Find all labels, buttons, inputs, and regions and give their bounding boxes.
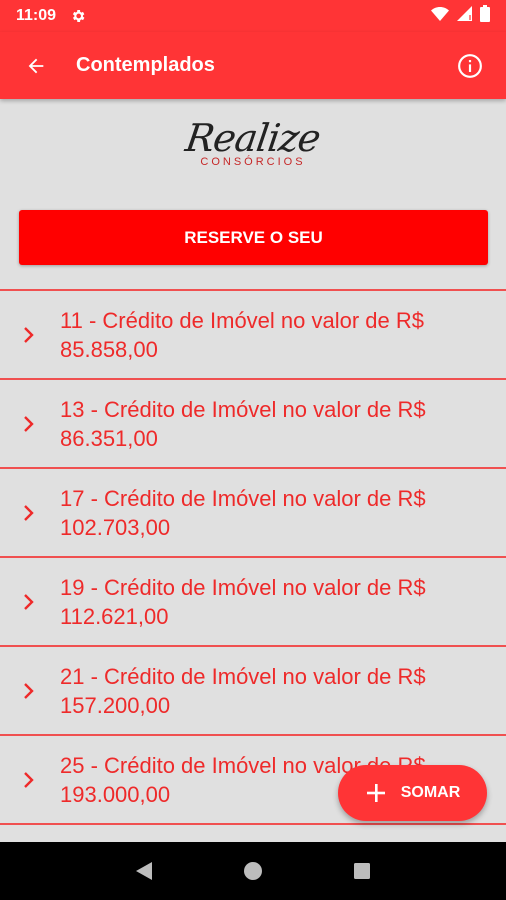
- system-nav-bar: [0, 842, 506, 900]
- chevron-right-icon: [0, 414, 60, 434]
- recents-square-icon: [353, 863, 370, 879]
- list-item[interactable]: 17 - Crédito de Imóvel no valor de R$ 10…: [0, 467, 506, 556]
- list-item-label: 19 - Crédito de Imóvel no valor de R$ 11…: [60, 574, 426, 629]
- info-button[interactable]: [452, 48, 488, 84]
- reserve-button[interactable]: RESERVE O SEU: [19, 210, 488, 265]
- back-triangle-icon: [136, 862, 153, 880]
- list-item-label: 13 - Crédito de Imóvel no valor de R$ 86…: [60, 396, 426, 451]
- list-item[interactable]: 11 - Crédito de Imóvel no valor de R$ 85…: [0, 289, 506, 378]
- chevron-right-icon: [0, 325, 60, 345]
- battery-icon: [480, 5, 490, 27]
- nav-back-button[interactable]: [124, 851, 164, 891]
- back-button[interactable]: [18, 48, 54, 84]
- fab-label: SOMAR: [400, 784, 461, 801]
- logo-name: Realize: [183, 116, 323, 160]
- list-item-label: 21 - Crédito de Imóvel no valor de R$ 15…: [60, 663, 426, 718]
- arrow-left-icon: [28, 58, 44, 73]
- brand-logo: Realize CONSÓRCIOS: [0, 116, 506, 180]
- home-circle-icon: [243, 862, 262, 880]
- signal-icon: [457, 6, 472, 26]
- chevron-right-icon: [0, 503, 60, 523]
- info-icon: [458, 53, 482, 78]
- chevron-right-icon: [0, 681, 60, 701]
- status-time: 11:09: [16, 7, 57, 24]
- list-item[interactable]: 13 - Crédito de Imóvel no valor de R$ 86…: [0, 378, 506, 467]
- gear-icon: [70, 8, 86, 24]
- page-title: Contemplados: [76, 54, 215, 76]
- list-item[interactable]: 19 - Crédito de Imóvel no valor de R$ 11…: [0, 556, 506, 645]
- nav-recents-button[interactable]: [342, 851, 382, 891]
- status-icons: [431, 5, 490, 27]
- list-item-label: 17 - Crédito de Imóvel no valor de R$ 10…: [60, 485, 426, 540]
- wifi-icon: [431, 6, 449, 26]
- chevron-right-icon: [0, 592, 60, 612]
- list-item-label: 11 - Crédito de Imóvel no valor de R$ 85…: [60, 307, 424, 362]
- status-bar: 11:09: [0, 0, 506, 32]
- app-bar: Contemplados: [0, 32, 506, 99]
- somar-fab-button[interactable]: SOMAR: [338, 765, 487, 821]
- chevron-right-icon: [0, 770, 60, 790]
- list-item[interactable]: [0, 823, 506, 842]
- list-item[interactable]: 21 - Crédito de Imóvel no valor de R$ 15…: [0, 645, 506, 734]
- contemplated-list: 11 - Crédito de Imóvel no valor de R$ 85…: [0, 289, 506, 842]
- nav-home-button[interactable]: [233, 851, 273, 891]
- plus-icon: [366, 784, 385, 802]
